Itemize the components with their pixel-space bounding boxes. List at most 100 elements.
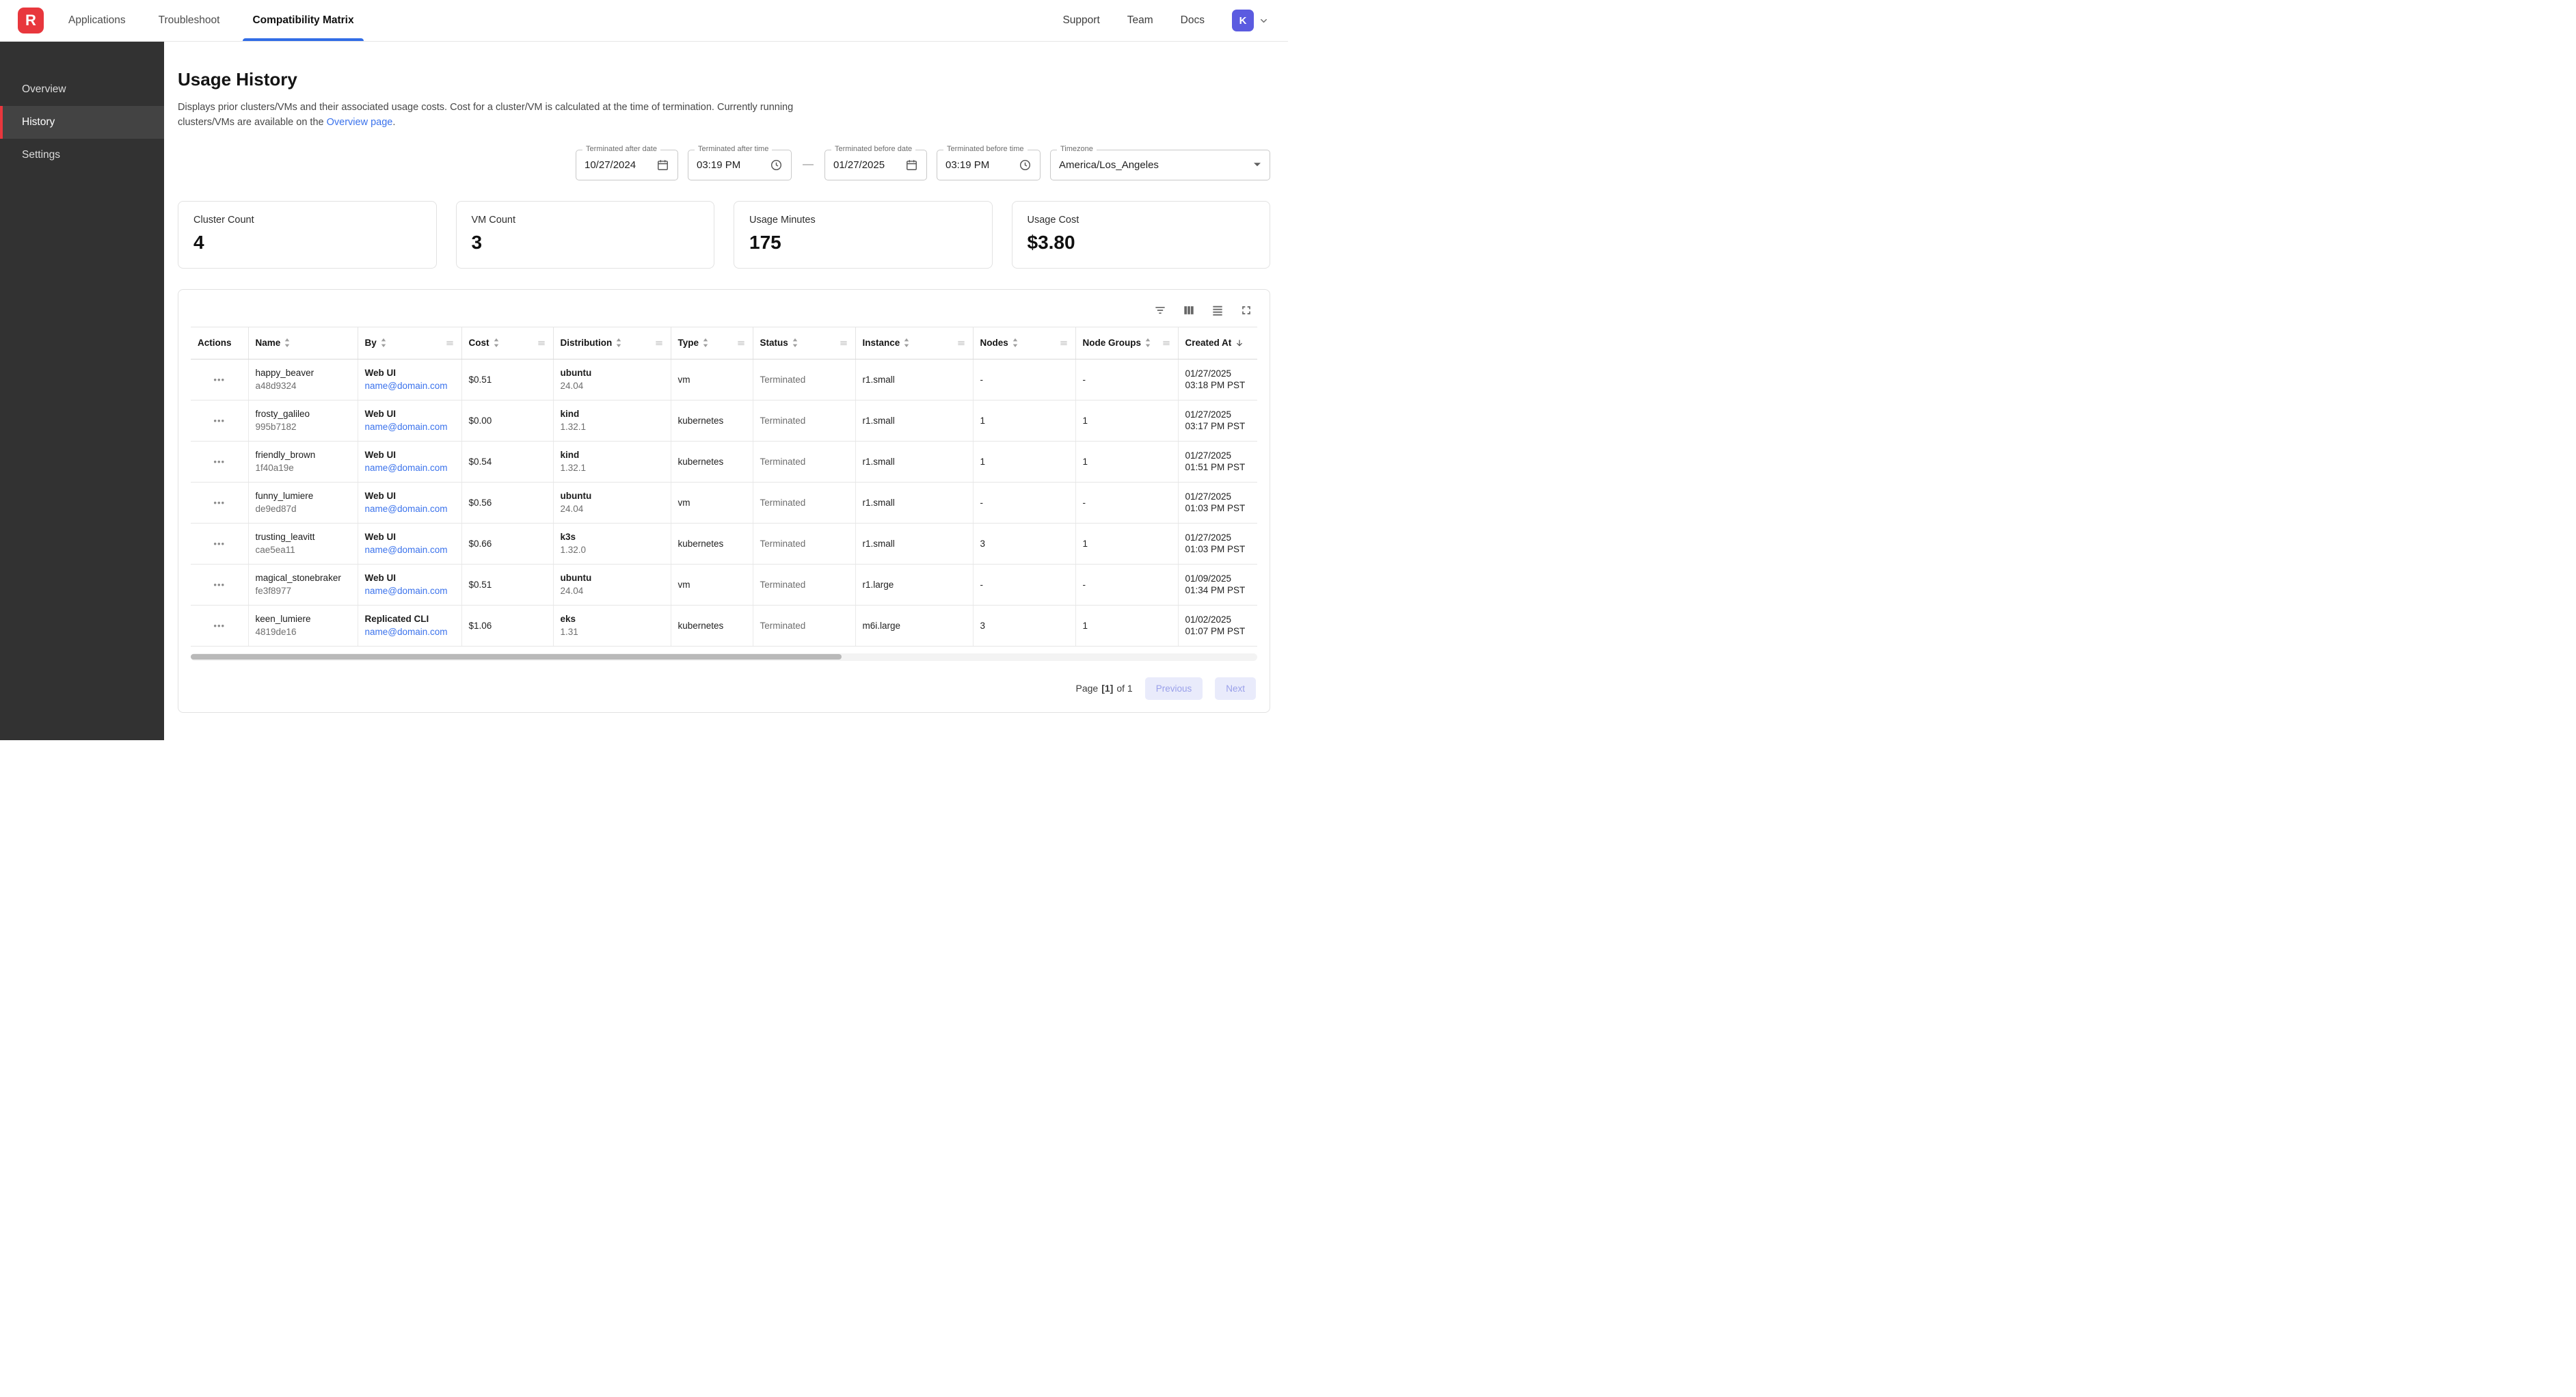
- sort-icon[interactable]: [615, 338, 622, 347]
- nav-item-troubleshoot[interactable]: Troubleshoot: [142, 0, 237, 41]
- nav-link-docs[interactable]: Docs: [1181, 14, 1205, 27]
- clock-icon[interactable]: [1019, 159, 1032, 172]
- column-menu-icon[interactable]: [1059, 338, 1069, 348]
- cell-distribution: kind1.32.1: [553, 400, 671, 441]
- cell-distribution: ubuntu24.04: [553, 564, 671, 605]
- sort-icon[interactable]: [284, 338, 291, 347]
- by-email-link[interactable]: name@domain.com: [365, 586, 448, 596]
- previous-page-button[interactable]: Previous: [1145, 677, 1203, 700]
- header-cell-name[interactable]: Name: [248, 327, 358, 359]
- distribution-secondary: 24.04: [561, 381, 584, 391]
- by-email-link[interactable]: name@domain.com: [365, 422, 448, 432]
- name-secondary: a48d9324: [256, 381, 297, 391]
- calendar-icon[interactable]: [905, 159, 918, 172]
- cell-created-at: 01/27/202501:03 PM PST: [1178, 482, 1257, 523]
- terminated-after-date-field[interactable]: Terminated after date 10/27/2024: [576, 150, 678, 180]
- cell-actions: •••: [191, 400, 248, 441]
- row-actions-button[interactable]: •••: [211, 536, 228, 552]
- horizontal-scrollbar-thumb[interactable]: [191, 654, 842, 660]
- filter-icon: [1153, 303, 1167, 317]
- column-menu-icon[interactable]: [956, 338, 966, 348]
- table-density-button[interactable]: [1211, 303, 1224, 317]
- header-cell-by[interactable]: By: [358, 327, 461, 359]
- filter-bar: Terminated after date 10/27/2024 Termina…: [178, 150, 1270, 180]
- column-menu-icon[interactable]: [537, 338, 546, 348]
- cell-by: Web UIname@domain.com: [358, 482, 461, 523]
- created-at-secondary: 01:07 PM PST: [1185, 626, 1246, 636]
- cost-value: $0.51: [469, 580, 492, 590]
- column-menu-icon[interactable]: [736, 338, 746, 348]
- header-cell-distribution[interactable]: Distribution: [553, 327, 671, 359]
- terminated-before-date-field[interactable]: Terminated before date 01/27/2025: [824, 150, 927, 180]
- cell-nodes: -: [973, 482, 1075, 523]
- sort-icon[interactable]: [792, 338, 799, 347]
- sidebar-item-settings[interactable]: Settings: [0, 139, 164, 172]
- cell-name: friendly_brown1f40a19e: [248, 441, 358, 482]
- row-actions-button[interactable]: •••: [211, 372, 228, 388]
- row-actions-button[interactable]: •••: [211, 495, 228, 511]
- terminated-after-time-field[interactable]: Terminated after time 03:19 PM: [688, 150, 792, 180]
- row-actions-button[interactable]: •••: [211, 413, 228, 429]
- cell-cost: $0.51: [461, 359, 553, 400]
- column-menu-icon[interactable]: [1162, 338, 1171, 348]
- header-cell-status[interactable]: Status: [753, 327, 855, 359]
- column-menu-icon[interactable]: [654, 338, 664, 348]
- table-header-row: ActionsNameByCostDistributionTypeStatusI…: [191, 327, 1257, 359]
- table-columns-button[interactable]: [1182, 303, 1196, 317]
- column-menu-icon[interactable]: [445, 338, 455, 348]
- layout: Overview History Settings Usage History …: [0, 42, 1288, 740]
- nav-link-support[interactable]: Support: [1062, 14, 1099, 27]
- status-value: Terminated: [760, 539, 806, 549]
- by-email-link[interactable]: name@domain.com: [365, 381, 448, 391]
- timezone-select[interactable]: Timezone America/Los_Angeles: [1050, 150, 1270, 180]
- nav-item-compatibility-matrix[interactable]: Compatibility Matrix: [236, 0, 370, 41]
- overview-page-link[interactable]: Overview page: [327, 117, 393, 128]
- header-cell-type[interactable]: Type: [671, 327, 753, 359]
- sidebar-item-overview[interactable]: Overview: [0, 73, 164, 106]
- user-menu[interactable]: K: [1232, 10, 1269, 31]
- top-navbar: R Applications Troubleshoot Compatibilit…: [0, 0, 1288, 42]
- sort-icon[interactable]: [380, 338, 387, 347]
- sort-icon[interactable]: [702, 338, 709, 347]
- terminated-before-time-field[interactable]: Terminated before time 03:19 PM: [937, 150, 1041, 180]
- by-email-link[interactable]: name@domain.com: [365, 463, 448, 473]
- replicated-logo[interactable]: R: [18, 8, 44, 33]
- cell-cost: $0.51: [461, 564, 553, 605]
- row-actions-button[interactable]: •••: [211, 454, 228, 470]
- cell-instance: r1.small: [855, 482, 973, 523]
- row-actions-button[interactable]: •••: [211, 577, 228, 593]
- nav-item-applications[interactable]: Applications: [52, 0, 142, 41]
- row-actions-button[interactable]: •••: [211, 618, 228, 634]
- name-primary: friendly_brown: [256, 450, 351, 460]
- header-cell-instance[interactable]: Instance: [855, 327, 973, 359]
- column-label: Instance: [863, 338, 900, 348]
- sort-icon[interactable]: [903, 338, 910, 347]
- header-cell-node-groups[interactable]: Node Groups: [1075, 327, 1178, 359]
- main-content: Usage History Displays prior clusters/VM…: [164, 42, 1288, 740]
- created-at-secondary: 01:51 PM PST: [1185, 462, 1246, 472]
- calendar-icon[interactable]: [656, 159, 669, 172]
- type-value: kubernetes: [678, 539, 724, 549]
- sidebar-item-history[interactable]: History: [0, 106, 164, 139]
- header-cell-nodes[interactable]: Nodes: [973, 327, 1075, 359]
- clock-icon[interactable]: [770, 159, 783, 172]
- next-page-button[interactable]: Next: [1215, 677, 1256, 700]
- cell-node-groups: 1: [1075, 441, 1178, 482]
- by-email-link[interactable]: name@domain.com: [365, 504, 448, 514]
- nav-link-team[interactable]: Team: [1127, 14, 1153, 27]
- column-label: Created At: [1185, 338, 1232, 348]
- column-menu-icon[interactable]: [839, 338, 848, 348]
- header-cell-created-at[interactable]: Created At: [1178, 327, 1257, 359]
- table-fullscreen-button[interactable]: [1239, 303, 1253, 317]
- sort-icon[interactable]: [1012, 338, 1019, 347]
- sort-icon[interactable]: [493, 338, 500, 347]
- sort-desc-icon[interactable]: [1235, 338, 1244, 348]
- cell-cost: $1.06: [461, 605, 553, 646]
- by-email-link[interactable]: name@domain.com: [365, 545, 448, 555]
- table-filter-button[interactable]: [1153, 303, 1167, 317]
- by-email-link[interactable]: name@domain.com: [365, 627, 448, 637]
- cell-distribution: ubuntu24.04: [553, 359, 671, 400]
- header-cell-cost[interactable]: Cost: [461, 327, 553, 359]
- sort-icon[interactable]: [1144, 338, 1151, 347]
- horizontal-scrollbar-track[interactable]: [191, 653, 1257, 661]
